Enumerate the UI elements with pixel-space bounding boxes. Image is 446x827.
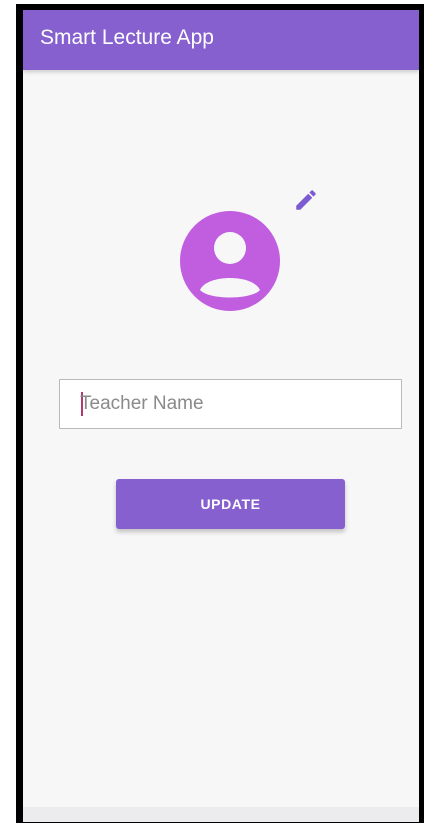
update-button[interactable]: UPDATE: [116, 479, 345, 529]
app-bar: Smart Lecture App: [23, 10, 419, 70]
app-title: Smart Lecture App: [40, 26, 214, 49]
teacher-name-input[interactable]: [80, 380, 390, 427]
bottom-strip: [23, 807, 419, 822]
update-button-label: UPDATE: [200, 496, 261, 512]
pencil-icon[interactable]: [293, 187, 319, 213]
app-screen: Smart Lecture App UPDATE: [23, 10, 419, 822]
account-circle-icon[interactable]: [179, 210, 281, 312]
device-frame-edge: [419, 4, 424, 823]
teacher-name-field[interactable]: [59, 379, 402, 429]
